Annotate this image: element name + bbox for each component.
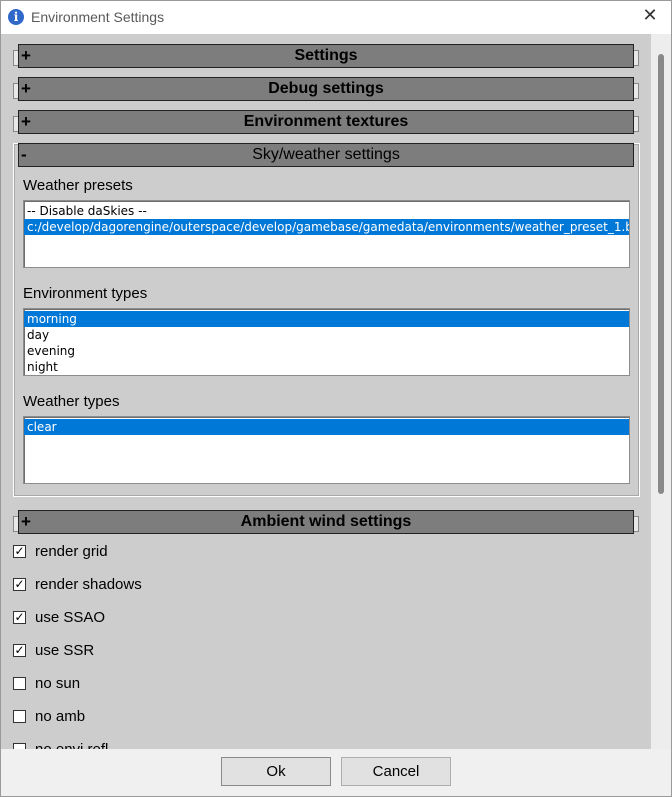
header-edge-right (634, 83, 639, 99)
list-item[interactable]: night (24, 359, 629, 375)
checkbox-label: no sun (35, 675, 81, 692)
list-item[interactable]: c:/develop/dagorengine/outerspace/develo… (24, 219, 629, 235)
render-shadows-checkbox[interactable]: ✓ (13, 578, 26, 591)
section-settings[interactable]: + Settings (13, 44, 639, 68)
section-debug-settings[interactable]: + Debug settings (13, 77, 639, 101)
checkbox-label: use SSR (35, 642, 95, 659)
header-edge-right (634, 50, 639, 66)
checkbox-label: render shadows (35, 576, 142, 593)
cancel-button[interactable]: Cancel (341, 757, 451, 786)
header-edge-right (634, 516, 639, 532)
weather-types-label: Weather types (23, 393, 120, 410)
weather-presets-label: Weather presets (23, 177, 133, 194)
environment-settings-window: i Environment Settings ✕ + Settings + De… (0, 0, 672, 797)
list-item[interactable]: day (24, 327, 629, 343)
list-item[interactable]: evening (24, 343, 629, 359)
section-title: Debug settings (268, 80, 384, 97)
checkbox-label: no amb (35, 708, 86, 725)
window-title: Environment Settings (31, 9, 165, 25)
use-ssr-checkbox[interactable]: ✓ (13, 644, 26, 657)
scrollbar-thumb[interactable] (658, 54, 664, 494)
list-item[interactable]: -- Disable daSkies -- (24, 203, 629, 219)
checkbox-label: render grid (35, 543, 108, 560)
list-item[interactable]: clear (24, 419, 629, 435)
settings-scroll-area[interactable]: + Settings + Debug settings + Environmen… (1, 34, 651, 749)
title-bar: i Environment Settings ✕ (1, 1, 671, 34)
weather-presets-list[interactable]: -- Disable daSkies -- c:/develop/dagoren… (23, 200, 630, 268)
no-sun-checkbox[interactable] (13, 677, 26, 690)
header-edge-left (13, 516, 18, 532)
section-ambient-wind-settings[interactable]: + Ambient wind settings (13, 510, 639, 534)
section-title: Environment textures (243, 113, 409, 130)
info-icon: i (8, 9, 24, 25)
list-item[interactable]: morning (24, 311, 629, 327)
render-grid-checkbox[interactable]: ✓ (13, 545, 26, 558)
header-edge-right (634, 116, 639, 132)
environment-types-label: Environment types (23, 285, 148, 302)
environment-types-list[interactable]: morning day evening night (23, 308, 630, 376)
close-icon[interactable]: ✕ (639, 5, 661, 27)
checkbox-label: no envi refl (35, 741, 108, 749)
header-edge-left (13, 116, 18, 132)
header-edge-left (13, 83, 18, 99)
section-title: Sky/weather settings (252, 146, 400, 163)
section-title: Ambient wind settings (240, 513, 412, 530)
dialog-footer: Ok Cancel (1, 749, 671, 796)
use-ssao-checkbox[interactable]: ✓ (13, 611, 26, 624)
header-edge-left (13, 50, 18, 66)
ok-button[interactable]: Ok (221, 757, 331, 786)
section-environment-textures[interactable]: + Environment textures (13, 110, 639, 134)
vertical-scrollbar[interactable] (651, 34, 671, 749)
weather-types-list[interactable]: clear (23, 416, 630, 484)
no-amb-checkbox[interactable] (13, 710, 26, 723)
checkbox-label: use SSAO (35, 609, 106, 626)
section-title: Settings (294, 47, 358, 64)
section-sky-weather-settings[interactable]: - Sky/weather settings (18, 143, 634, 167)
